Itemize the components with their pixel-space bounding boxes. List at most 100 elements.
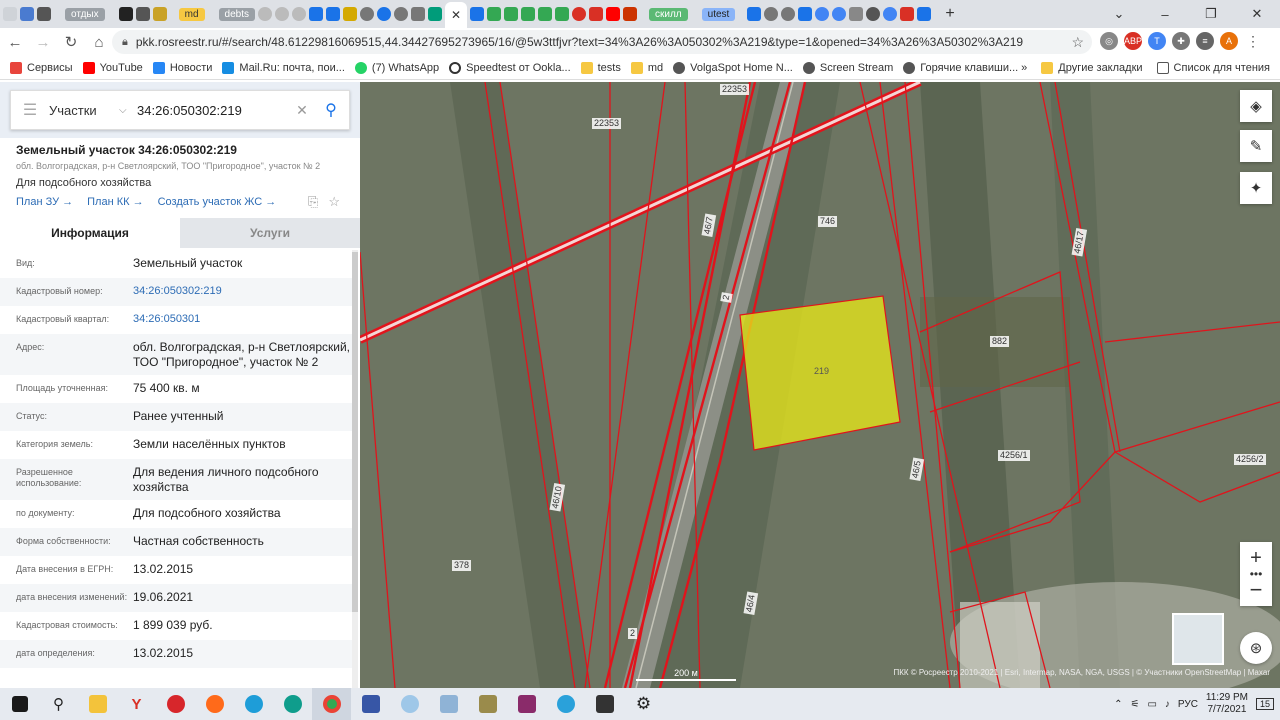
- search-input[interactable]: 34:26:050302:219: [137, 103, 291, 118]
- tab-favicon[interactable]: [764, 3, 779, 25]
- zoom-out-button[interactable]: −: [1250, 579, 1263, 601]
- tab-favicon[interactable]: [900, 3, 915, 25]
- chrome-icon[interactable]: [312, 688, 351, 720]
- tab-services[interactable]: Услуги: [180, 218, 360, 248]
- tab-favicon[interactable]: [360, 3, 374, 25]
- tab-favicon[interactable]: [883, 3, 898, 25]
- parcel-label[interactable]: 746: [818, 216, 838, 227]
- adblock-extension-icon[interactable]: ABP: [1124, 32, 1142, 50]
- reading-list[interactable]: Список для чтения: [1156, 62, 1270, 74]
- tab-favicon[interactable]: [309, 3, 323, 25]
- document-search-icon[interactable]: ⎘: [308, 194, 318, 210]
- minimap[interactable]: [1172, 613, 1224, 665]
- tab-favicon[interactable]: [798, 3, 813, 25]
- volume-icon[interactable]: ♪: [1165, 699, 1170, 710]
- tab-favicon[interactable]: [37, 3, 51, 25]
- parcel-label[interactable]: 2: [720, 292, 733, 303]
- edge-icon[interactable]: [273, 688, 312, 720]
- bookmark-item[interactable]: Сервисы: [10, 61, 73, 74]
- tab-favicon[interactable]: [152, 3, 167, 25]
- profile-avatar[interactable]: A: [1220, 32, 1238, 50]
- tab-group-label[interactable]: debts: [218, 3, 255, 25]
- translate-extension-icon[interactable]: T: [1148, 32, 1166, 50]
- layers-icon[interactable]: ◈: [1240, 90, 1272, 122]
- paint-icon[interactable]: [429, 688, 468, 720]
- tab-favicon[interactable]: [326, 3, 340, 25]
- bookmark-item[interactable]: YouTube: [82, 61, 143, 74]
- tab-favicon[interactable]: [521, 3, 535, 25]
- plan-zu-link[interactable]: План ЗУ →: [16, 196, 73, 208]
- puzzle-icon[interactable]: ✚: [1172, 32, 1190, 50]
- scrollbar-thumb[interactable]: [352, 252, 358, 612]
- tab-favicon[interactable]: [589, 3, 603, 25]
- address-bar[interactable]: 🔒︎ pkk.rosreestr.ru/#/search/48.61229816…: [112, 30, 1092, 54]
- firefox-icon[interactable]: [195, 688, 234, 720]
- tab-favicon[interactable]: [487, 3, 501, 25]
- compass-icon[interactable]: ⊛: [1240, 632, 1272, 664]
- file-explorer-icon[interactable]: [78, 688, 117, 720]
- yandex-browser-icon[interactable]: Y: [117, 688, 156, 720]
- restore-button[interactable]: ❐: [1188, 0, 1234, 28]
- start-button[interactable]: [0, 688, 39, 720]
- tab-favicon[interactable]: [20, 3, 34, 25]
- parcel-label[interactable]: 4256/2: [1234, 454, 1266, 465]
- bookmark-item[interactable]: Mail.Ru: почта, пои...: [222, 61, 345, 74]
- hamburger-menu-icon[interactable]: ☰: [11, 100, 49, 120]
- tab-favicon[interactable]: [343, 3, 357, 25]
- bookmark-item[interactable]: (7) WhatsApp: [354, 61, 439, 74]
- network-icon[interactable]: ⚟: [1130, 699, 1139, 710]
- tab-favicon[interactable]: [292, 3, 306, 25]
- info-row-link[interactable]: 34:26:050301: [133, 311, 352, 329]
- video-app-icon[interactable]: [585, 688, 624, 720]
- tab-favicon[interactable]: [470, 3, 484, 25]
- tab-favicon[interactable]: [747, 3, 762, 25]
- tab-group-label[interactable]: md: [178, 3, 205, 25]
- tab-favicon[interactable]: [866, 3, 881, 25]
- chevron-down-icon[interactable]: ⌵: [119, 105, 137, 116]
- battery-icon[interactable]: ▭: [1147, 699, 1156, 710]
- bookmark-item[interactable]: Новости: [152, 61, 212, 74]
- ie-icon[interactable]: [234, 688, 273, 720]
- search-category-select[interactable]: Участки: [49, 103, 119, 118]
- tab-favicon[interactable]: [538, 3, 552, 25]
- parcel-label[interactable]: 22353: [592, 118, 622, 129]
- tab-group-label[interactable]: отдых: [65, 3, 105, 25]
- info-row-link[interactable]: 34:26:050302:219: [133, 283, 352, 301]
- settings-gear-icon[interactable]: ⚙: [624, 688, 663, 720]
- bookmark-item[interactable]: Screen Stream: [802, 61, 893, 74]
- forward-button[interactable]: →: [30, 29, 56, 55]
- panel-scrollbar[interactable]: [352, 250, 358, 688]
- game-icon[interactable]: [468, 688, 507, 720]
- bookmark-item[interactable]: Speedtest от Ookla...: [449, 61, 571, 74]
- tab-group-label[interactable]: utest: [701, 3, 736, 25]
- tab-favicon[interactable]: [606, 3, 620, 25]
- parcel-label[interactable]: 378: [452, 560, 472, 571]
- bookmark-item[interactable]: VolgaSpot Home N...: [673, 61, 793, 74]
- tab-favicon[interactable]: [118, 3, 133, 25]
- tab-favicon[interactable]: [394, 3, 408, 25]
- new-tab-button[interactable]: +: [945, 3, 954, 25]
- tab-favicon[interactable]: [411, 3, 425, 25]
- globe-extension-icon[interactable]: ◎: [1100, 32, 1118, 50]
- save-app-icon[interactable]: [351, 688, 390, 720]
- parcel-label[interactable]: 4256/1: [998, 450, 1030, 461]
- create-parcel-link[interactable]: Создать участок ЖС →: [158, 196, 277, 208]
- tab-favicon[interactable]: [623, 3, 637, 25]
- bookmark-star-icon[interactable]: ☆: [1071, 34, 1084, 51]
- favorite-star-icon[interactable]: ☆: [328, 194, 340, 210]
- parcel-label[interactable]: 22353: [720, 84, 750, 95]
- tab-favicon[interactable]: [428, 3, 442, 25]
- close-window-button[interactable]: ✕: [1234, 0, 1280, 28]
- tab-favicon[interactable]: [815, 3, 830, 25]
- parcel-label[interactable]: 219: [812, 366, 831, 377]
- language-indicator[interactable]: РУС: [1178, 699, 1198, 710]
- tab-favicon[interactable]: [849, 3, 864, 25]
- back-button[interactable]: ←: [2, 29, 28, 55]
- tab-group-label[interactable]: скилл: [649, 3, 688, 25]
- more-bookmarks-button[interactable]: »: [1021, 62, 1027, 74]
- active-tab[interactable]: ✕: [445, 2, 467, 28]
- tab-information[interactable]: Информация: [0, 218, 180, 248]
- minimize-button[interactable]: –: [1142, 0, 1188, 28]
- bookmark-item[interactable]: Горячие клавиши...: [903, 61, 1018, 74]
- media-app-icon[interactable]: [390, 688, 429, 720]
